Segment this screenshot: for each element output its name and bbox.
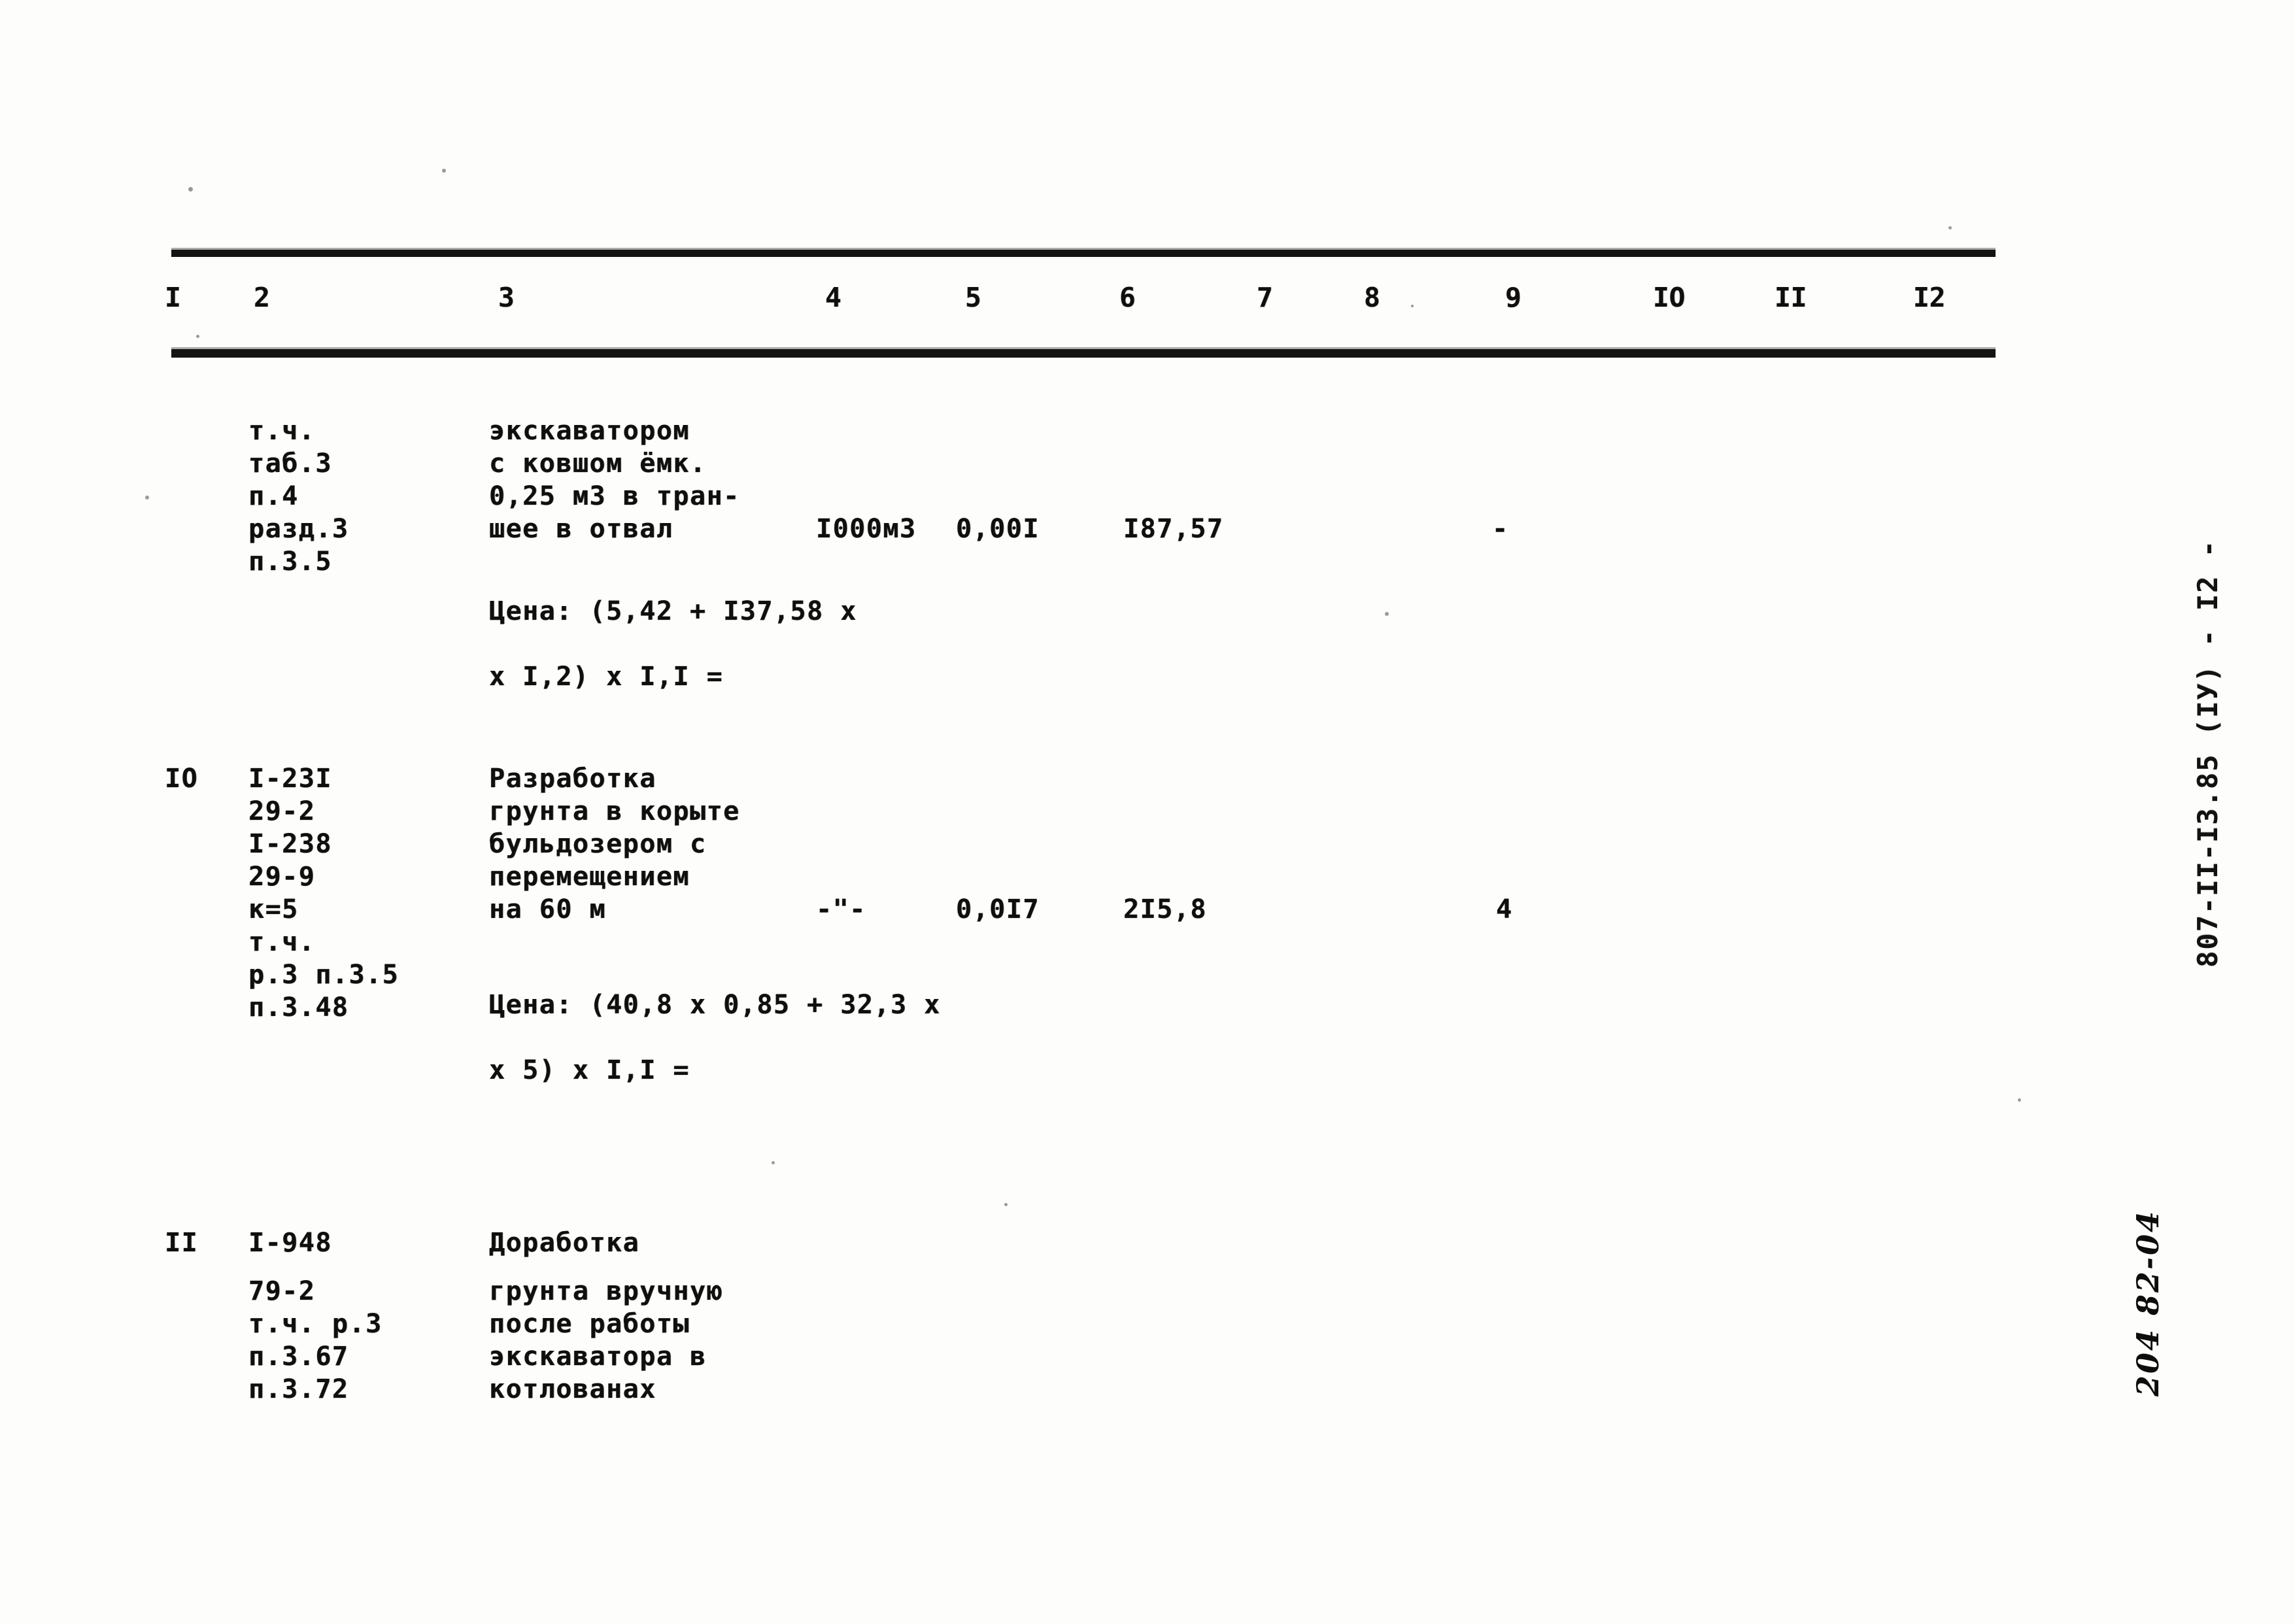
- row-2-col3-line-3: бульдозером с: [489, 829, 707, 859]
- scan-speck: [442, 169, 446, 173]
- row-3-col2-line-3: т.ч. р.3: [248, 1309, 382, 1339]
- table-top-rule: [171, 248, 1996, 257]
- column-header-7: 7: [1257, 282, 1273, 313]
- row-1-col3-line-1: экскаватором: [489, 416, 690, 446]
- column-header-8: 8: [1364, 282, 1380, 313]
- row-1-col3-line-3: 0,25 м3 в тран-: [489, 481, 740, 511]
- scanned-page: I 2 3 4 5 6 7 8 9 IO II I2 т.ч. таб.3 п.…: [0, 0, 2295, 1624]
- row-2-col3-line-4: перемещением: [489, 862, 690, 892]
- scan-speck: [1004, 1203, 1008, 1206]
- scan-speck: [772, 1161, 775, 1164]
- row-2-col2-line-8: п.3.48: [248, 992, 349, 1023]
- table-header-bottom-rule: [171, 347, 1996, 358]
- row-2-col3-line-1: Разработка: [489, 764, 656, 794]
- row-2-col2-line-3: I-238: [248, 829, 332, 859]
- row-2-col2-line-6: т.ч.: [248, 927, 316, 957]
- row-2-formula-line-2: х 5) х I,I =: [489, 1055, 690, 1085]
- row-2-price: 2I5,8: [1123, 894, 1207, 924]
- row-3-col3-line-5: котлованах: [489, 1374, 656, 1404]
- row-2-col9: 4: [1496, 894, 1513, 924]
- row-2-col2-line-7: р.3 п.3.5: [248, 960, 400, 990]
- row-1-unit: I000м3: [816, 514, 917, 544]
- row-2-qty: 0,0I7: [956, 894, 1040, 924]
- row-1-qty: 0,00I: [956, 514, 1040, 544]
- row-1-formula-line-2: х I,2) х I,I =: [489, 662, 724, 692]
- scan-speck: [188, 187, 193, 192]
- scan-speck: [2018, 1098, 2021, 1102]
- row-1-col2-line-1: т.ч.: [248, 416, 316, 446]
- row-2-col2-line-2: 29-2: [248, 796, 316, 826]
- column-header-11: II: [1775, 282, 1807, 313]
- row-3-col2-line-2: 79-2: [248, 1276, 316, 1306]
- row-2-col2-line-1: I-23I: [248, 764, 332, 794]
- row-3-col3-line-4: экскаватора в: [489, 1342, 707, 1372]
- row-2-number: IO: [165, 764, 199, 794]
- scan-speck: [1411, 305, 1414, 307]
- scan-speck: [196, 335, 199, 338]
- row-2-col3-line-2: грунта в корыте: [489, 796, 740, 826]
- row-2-formula-line-1: Цена: (40,8 х 0,85 + 32,3 х: [489, 990, 941, 1020]
- row-3-number: II: [165, 1228, 199, 1258]
- row-2-col3-line-5: на 60 м: [489, 894, 607, 924]
- row-3-col3-line-1: Доработка: [489, 1228, 640, 1258]
- column-header-12: I2: [1913, 282, 1946, 313]
- column-header-10: IO: [1653, 282, 1686, 313]
- row-2-unit: -"-: [816, 894, 866, 924]
- row-1-price: I87,57: [1123, 514, 1224, 544]
- column-header-2: 2: [254, 282, 270, 313]
- column-header-1: I: [165, 282, 181, 313]
- row-1-col2-line-4: разд.3: [248, 514, 349, 544]
- row-1-col2-line-5: п.3.5: [248, 547, 332, 577]
- row-3-col3-line-3: после работы: [489, 1309, 690, 1339]
- page-margin-handwritten-note: 204 82-04: [2130, 1209, 2166, 1396]
- column-header-9: 9: [1505, 282, 1522, 313]
- row-1-formula-line-1: Цена: (5,42 + I37,58 х: [489, 596, 857, 626]
- scan-speck: [145, 496, 149, 499]
- column-header-3: 3: [498, 282, 515, 313]
- column-header-6: 6: [1119, 282, 1136, 313]
- row-2-col2-line-5: к=5: [248, 894, 299, 924]
- row-3-col2-line-5: п.3.72: [248, 1374, 349, 1404]
- row-3-col2-line-1: I-948: [248, 1228, 332, 1258]
- scan-speck: [1385, 612, 1389, 616]
- row-3-col2-line-4: п.3.67: [248, 1342, 349, 1372]
- row-2-col2-line-4: 29-9: [248, 862, 316, 892]
- scan-speck: [1948, 226, 1952, 229]
- row-1-col2-line-3: п.4: [248, 481, 299, 511]
- column-header-4: 4: [825, 282, 842, 313]
- page-margin-code: 807-II-I3.85 (IУ) - I2 -: [2192, 539, 2224, 968]
- row-1-col3-line-4: шее в отвал: [489, 514, 673, 544]
- row-3-col3-line-2: грунта вручную: [489, 1276, 724, 1306]
- row-1-col3-line-2: с ковшом ёмк.: [489, 448, 707, 479]
- row-1-col2-line-2: таб.3: [248, 448, 332, 479]
- column-header-5: 5: [965, 282, 981, 313]
- row-1-col9: -: [1492, 514, 1509, 544]
